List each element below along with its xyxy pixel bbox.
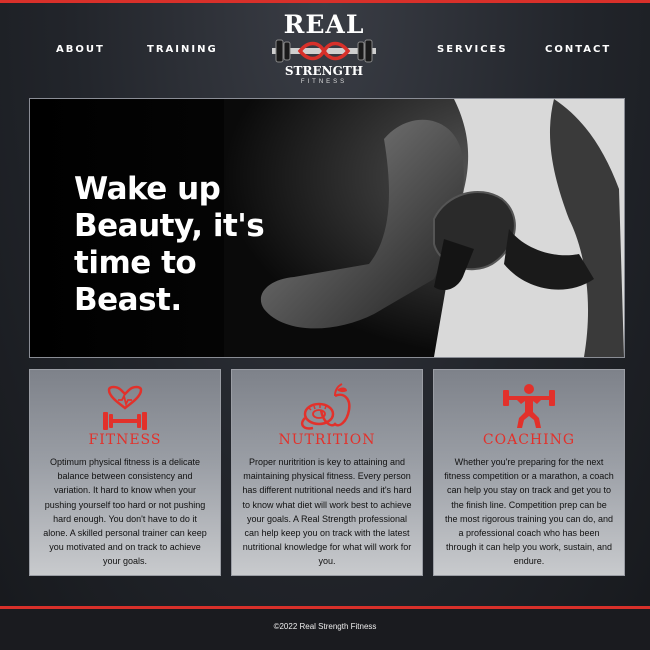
barbell-icon (272, 39, 376, 63)
service-card-coaching: COACHING Whether you're preparing for th… (433, 369, 625, 576)
apple-tape-icon (301, 383, 351, 430)
card-title: FITNESS (88, 432, 162, 448)
hero-headline: Wake up Beauty, it's time to Beast. (74, 171, 294, 319)
logo-title: REAL (283, 10, 365, 39)
hero-headline-line: time to Beast. (74, 245, 197, 318)
hero-headline-line: Beauty, it's (74, 208, 265, 244)
top-accent-line (0, 0, 650, 3)
card-description: Proper nuritrition is key to attaining a… (242, 457, 412, 567)
card-description: Optimum physical fitness is a delicate b… (43, 457, 207, 567)
hero-headline-line: Wake up (74, 171, 221, 207)
card-description: Whether you're preparing for the next fi… (444, 457, 614, 567)
service-card-nutrition: NUTRITION Proper nuritrition is key to a… (231, 369, 423, 576)
nav-contact[interactable]: CONTACT (545, 44, 611, 55)
weightlifter-icon (503, 384, 555, 428)
logo-tagline: FITNESS (300, 79, 348, 85)
card-title: COACHING (482, 432, 576, 448)
nav-about[interactable]: ABOUT (56, 44, 105, 55)
hero-banner: Wake up Beauty, it's time to Beast. (29, 98, 625, 358)
heart-dumbbell-icon (103, 385, 147, 430)
nav-training[interactable]: TRAINING (147, 44, 218, 55)
logo[interactable]: REAL STRENGTH FITNESS (268, 10, 380, 90)
nav-services[interactable]: SERVICES (437, 44, 508, 55)
logo-subtitle: STRENGTH (284, 64, 364, 78)
card-title: NUTRITION (278, 432, 376, 448)
footer-copyright: ©2022 Real Strength Fitness (273, 622, 377, 631)
service-card-fitness: FITNESS Optimum physical fitness is a de… (29, 369, 221, 576)
